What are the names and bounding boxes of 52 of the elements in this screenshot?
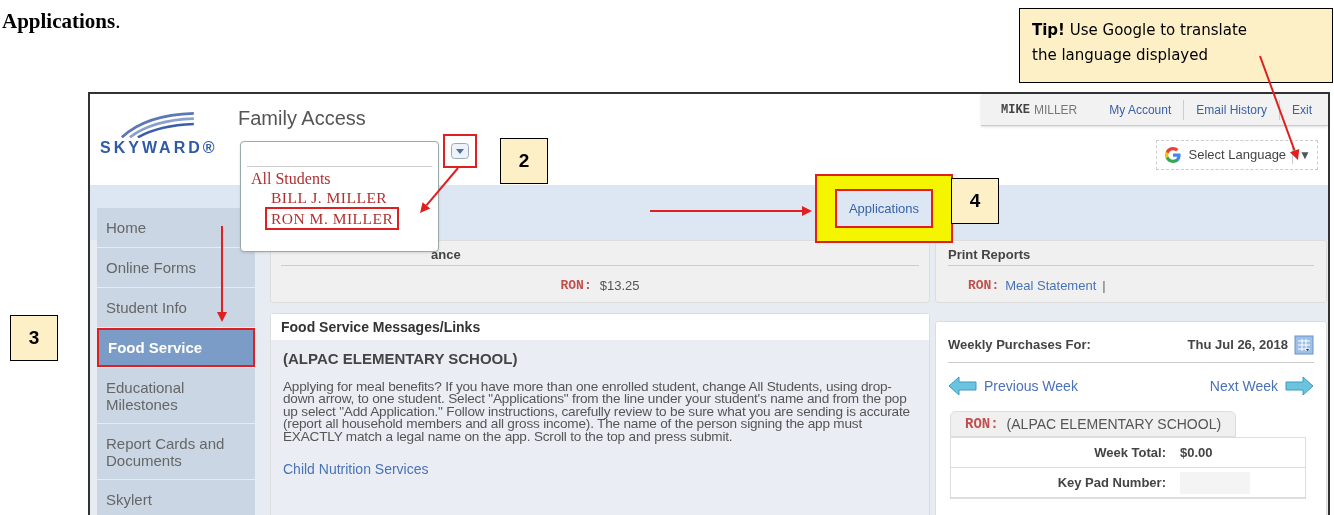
next-week-link[interactable]: Next Week xyxy=(1209,375,1314,397)
school-name: (ALPAC ELEMENTARY SCHOOL) xyxy=(283,349,519,369)
step-number-callout: 3 xyxy=(10,315,58,361)
right-arrow-icon xyxy=(1284,375,1314,397)
header-link[interactable]: Exit xyxy=(1280,99,1324,120)
language-label: Select Language xyxy=(1188,146,1287,165)
user-first-name: MIKE xyxy=(1001,101,1030,119)
child-nutrition-link[interactable]: Child Nutrition Services xyxy=(283,459,429,480)
step-number-callout: 4 xyxy=(951,178,999,224)
sidebar-item[interactable]: Online Forms xyxy=(97,248,255,287)
panel-title: Print Reports xyxy=(948,246,1032,263)
sidebar-item[interactable]: Educational Milestones xyxy=(97,368,255,423)
previous-week-link[interactable]: Previous Week xyxy=(948,375,1078,397)
annotation-arrow xyxy=(420,167,459,213)
field-value: $0.00 xyxy=(1180,443,1213,462)
sidebar-item[interactable]: Student Info xyxy=(97,288,255,327)
meal-statement-link[interactable]: Meal Statement xyxy=(1005,276,1097,296)
step-number-callout: 2 xyxy=(500,138,548,184)
header-link[interactable]: My Account xyxy=(1097,99,1185,120)
student-option[interactable]: BILL J. MILLER xyxy=(265,188,394,207)
separator-text: | xyxy=(1102,277,1106,295)
school-name: (ALPAC ELEMENTARY SCHOOL) xyxy=(1006,414,1222,434)
caption-text: Applications. xyxy=(2,8,121,35)
student-option[interactable]: All Students xyxy=(251,169,331,188)
applications-link[interactable]: Applications xyxy=(834,188,934,229)
caret-icon xyxy=(451,143,469,159)
sidebar-item[interactable]: Food Service xyxy=(97,328,255,367)
student-name: RON: xyxy=(968,277,1000,295)
calendar-icon xyxy=(1294,335,1314,355)
panel-title: Food Service Messages/Links xyxy=(271,314,929,340)
sidebar-item[interactable]: Skylert xyxy=(97,480,255,515)
student-name: RON: xyxy=(965,414,999,434)
language-select[interactable]: Select Language ▼ xyxy=(1155,140,1318,170)
header-link[interactable]: Email History xyxy=(1184,99,1280,120)
user-last-name: MILLER xyxy=(1033,101,1078,119)
sidebar-item[interactable]: Report Cards and Documents xyxy=(97,424,255,479)
school-tab[interactable]: RON: (ALPAC ELEMENTARY SCHOOL) xyxy=(950,411,1237,437)
student-option[interactable]: RON M. MILLER xyxy=(265,207,400,230)
balance-amount: $13.25 xyxy=(599,277,640,295)
tip-callout: Tip! Use Google to translate the language displayed xyxy=(1019,8,1333,83)
dropdown-button[interactable] xyxy=(443,134,477,168)
field-label: Key Pad Number: xyxy=(1056,473,1166,492)
student-name: RON: xyxy=(560,277,592,295)
logo-text: SKYWARD® xyxy=(100,138,218,158)
left-arrow-icon xyxy=(948,375,978,397)
app-title: Family Access xyxy=(238,108,366,128)
field-label: Week Total: xyxy=(1093,443,1166,462)
google-g-icon xyxy=(1162,145,1183,165)
panel-title: Weekly Purchases For: xyxy=(948,336,1091,355)
date-text: Thu Jul 26, 2018 xyxy=(1187,336,1288,355)
message-text: Applying for meal benefits? If you have more than one enrolled student, change All Students, using drop-down arrow, to one student. Select "Applications" from the line under your student's name and from the pop up select "Add Application." Follow instructions, carefully review to be sure what you are sending is accurate (report all household members and all gross income). The name of the person signing the app must EXACTLY match a legal name on the app. Scroll to the top and press submit. xyxy=(283,380,911,443)
student-dropdown[interactable]: All Students BILL J. MILLER RON M. MILLER xyxy=(240,141,439,252)
